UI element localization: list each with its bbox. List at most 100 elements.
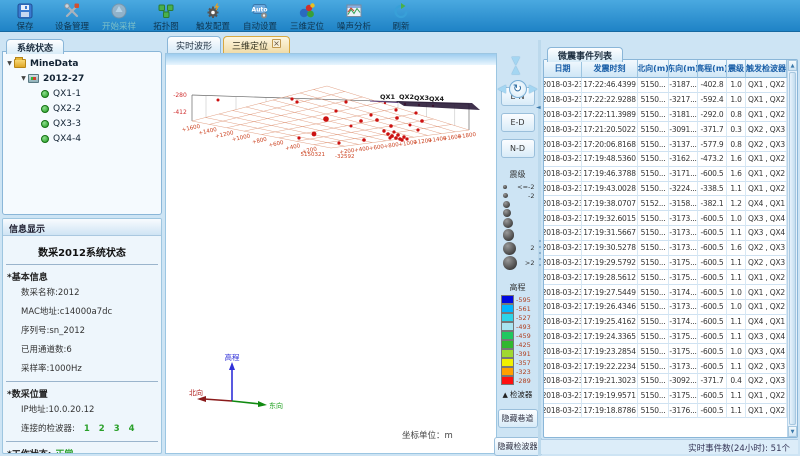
tab-label: 三维定位: [232, 39, 268, 52]
rotate-reset-icon[interactable]: ↻: [509, 80, 527, 98]
column-header[interactable]: 东向(m): [669, 60, 698, 78]
table-row[interactable]: 2018-03-2317:19:22.22345150...-3173...-6…: [544, 359, 787, 374]
table-cell: -371.7: [698, 122, 727, 137]
table-row[interactable]: 2018-03-2317:19:29.57925150...-3175...-6…: [544, 256, 787, 271]
table-row[interactable]: 2018-03-2317:19:43.00285150...-3224...-3…: [544, 182, 787, 197]
magnitude-circle: [503, 256, 518, 271]
toolbar-device-manage[interactable]: 设备管理: [49, 1, 95, 32]
table-row[interactable]: 2018-03-2317:22:11.39895150...-3181...-2…: [544, 108, 787, 123]
close-icon[interactable]: ×: [272, 39, 281, 48]
toolbar-start-sampling[interactable]: 开始采样: [96, 1, 142, 32]
table-row[interactable]: 2018-03-2317:19:48.53605150...-3162...-4…: [544, 152, 787, 167]
column-header[interactable]: 日期: [544, 60, 582, 78]
magnitude-circle: [503, 201, 510, 208]
view-rotation-pad[interactable]: ▲ ▼ ◀ ▶ ↻: [498, 64, 538, 66]
table-row[interactable]: 2018-03-2317:19:21.30235150...-3092...-3…: [544, 374, 787, 389]
tab-3d-location[interactable]: 三维定位 ×: [223, 36, 290, 53]
table-cell: QX1 , QX2 , QX...: [746, 108, 787, 123]
toolbar-topology[interactable]: 拓扑图: [143, 1, 189, 32]
table-row[interactable]: 2018-03-2317:19:26.43465150...-3173...-6…: [544, 300, 787, 315]
table-row[interactable]: 2018-03-2317:22:46.43995150...-3187...-4…: [544, 78, 787, 93]
table-row[interactable]: 2018-03-2317:19:19.95715150...-3175...-6…: [544, 389, 787, 404]
table-row[interactable]: 2018-03-2317:19:32.60155150...-3173...-6…: [544, 211, 787, 226]
table-row[interactable]: 2018-03-2317:19:30.52785150...-3173...-6…: [544, 241, 787, 256]
table-row[interactable]: 2018-03-2317:19:25.41625150...-3174...-6…: [544, 315, 787, 330]
table-cell: 2018-03-23: [544, 226, 582, 241]
table-cell: 5150...: [638, 404, 669, 419]
column-header[interactable]: 发震时刻: [582, 60, 638, 78]
3d-plot[interactable]: +1600+1400+1200+1000+800+600+400+200+200…: [166, 68, 498, 308]
toolbar-locate-3d[interactable]: 三维定位: [284, 1, 330, 32]
detector-number: 3: [114, 424, 120, 434]
toolbar-refresh[interactable]: 刷新: [378, 1, 424, 32]
column-header[interactable]: 触发检波器: [746, 60, 787, 78]
table-cell: 1.6: [727, 241, 746, 256]
table-cell: 1.0: [727, 344, 746, 359]
table-cell: 5150...: [638, 122, 669, 137]
hide-tunnel-button[interactable]: 隐藏巷道: [498, 409, 538, 428]
table-row[interactable]: 2018-03-2317:21:20.50225150...-3091...-3…: [544, 122, 787, 137]
table-cell: QX3 , QX4 , QX...: [746, 330, 787, 345]
tab-system-status[interactable]: 系统状态: [6, 39, 64, 54]
panel-splitter[interactable]: ◄: [538, 40, 541, 456]
table-row[interactable]: 2018-03-2317:19:38.07075152...-3158...-3…: [544, 196, 787, 211]
table-cell: 2018-03-23: [544, 315, 582, 330]
color-swatch: [501, 358, 514, 367]
tree-item-qx1-1[interactable]: QX1-1: [41, 86, 159, 101]
scroll-down-icon[interactable]: ▼: [788, 426, 797, 437]
system-status-panel: ▼ MineData ▼ 2012-27 QX1-1QX2-2 QX3-3 QX4-…: [2, 51, 162, 215]
toolbar-save[interactable]: 保存: [2, 1, 48, 32]
tree-item-qx4-4[interactable]: QX4-4: [41, 131, 159, 146]
table-cell: 5150...: [638, 182, 669, 197]
table-cell: 17:19:38.0707: [582, 196, 638, 211]
table-row[interactable]: 2018-03-2317:22:22.92885150...-3217...-5…: [544, 93, 787, 108]
elevation-label: -289: [516, 377, 534, 385]
splitter-collapse-icon[interactable]: ◄: [536, 104, 541, 111]
view-n-d-button[interactable]: N-D: [501, 139, 535, 158]
tab-realtime-waveform[interactable]: 实时波形: [167, 36, 221, 53]
table-cell: 17:19:29.5792: [582, 256, 638, 271]
scroll-up-icon[interactable]: ▲: [788, 60, 797, 71]
table-row[interactable]: 2018-03-2317:20:06.81685150...-3137...-5…: [544, 137, 787, 152]
expander-icon[interactable]: ▼: [19, 75, 28, 82]
tree-item-qx3-3[interactable]: QX3-3: [41, 116, 159, 131]
table-row[interactable]: 2018-03-2317:19:31.56675150...-3173...-6…: [544, 226, 787, 241]
table-cell: QX1 , QX2 , QX...: [746, 167, 787, 182]
table-cell: 17:19:46.3788: [582, 167, 638, 182]
north-axis-arrow: [204, 399, 232, 401]
magnitude-legend: <=-2-22>2: [501, 182, 535, 272]
toolbar-trigger-config[interactable]: 触发配置: [190, 1, 236, 32]
info-section: *工作状态:正常: [3, 447, 161, 454]
tab-event-list[interactable]: 微震事件列表: [547, 47, 623, 62]
tree-item-device[interactable]: ▼ 2012-27: [5, 71, 159, 86]
column-header[interactable]: 震级: [727, 60, 746, 78]
rotate-left-icon[interactable]: ◀: [498, 83, 506, 94]
rotate-right-icon[interactable]: ▶: [529, 83, 537, 94]
table-row[interactable]: 2018-03-2317:19:27.54495150...-3174...-6…: [544, 285, 787, 300]
tree-item-label: QX3-3: [53, 119, 81, 129]
sensor-icon: [41, 105, 49, 113]
table-cell: QX1 , QX2 , QX...: [746, 285, 787, 300]
tree-item-qx2-2[interactable]: QX2-2: [41, 101, 159, 116]
magnitude-circle: [503, 218, 513, 228]
toolbar-noise-analysis[interactable]: 噪声分析: [331, 1, 377, 32]
hide-geophone-button[interactable]: 隐藏检波器: [494, 437, 542, 456]
column-header[interactable]: 北向(m): [638, 60, 669, 78]
table-scrollbar[interactable]: ▲ ▼: [787, 60, 797, 437]
scrollbar-thumb[interactable]: [789, 72, 796, 425]
table-cell: 17:19:24.3365: [582, 330, 638, 345]
column-header[interactable]: 高程(m): [698, 60, 727, 78]
view-e-d-button[interactable]: E-D: [501, 113, 535, 132]
table-cell: 17:19:43.0028: [582, 182, 638, 197]
table-row[interactable]: 2018-03-2317:19:28.56125150...-3175...-6…: [544, 270, 787, 285]
table-row[interactable]: 2018-03-2317:19:23.28545150...-3175...-6…: [544, 344, 787, 359]
expander-icon[interactable]: ▼: [5, 60, 14, 67]
rotate-down-icon[interactable]: ▼: [512, 55, 520, 66]
table-row[interactable]: 2018-03-2317:19:18.87865150...-3176...-6…: [544, 404, 787, 419]
table-cell: QX3 , QX4 , QX...: [746, 226, 787, 241]
tree-item-minedata[interactable]: ▼ MineData: [5, 56, 159, 71]
table-row[interactable]: 2018-03-2317:19:46.37885150...-3171...-6…: [544, 167, 787, 182]
splitter-handle[interactable]: [539, 240, 541, 242]
toolbar-auto-settings[interactable]: Auto自动设置: [237, 1, 283, 32]
table-row[interactable]: 2018-03-2317:19:24.33655150...-3175...-6…: [544, 330, 787, 345]
